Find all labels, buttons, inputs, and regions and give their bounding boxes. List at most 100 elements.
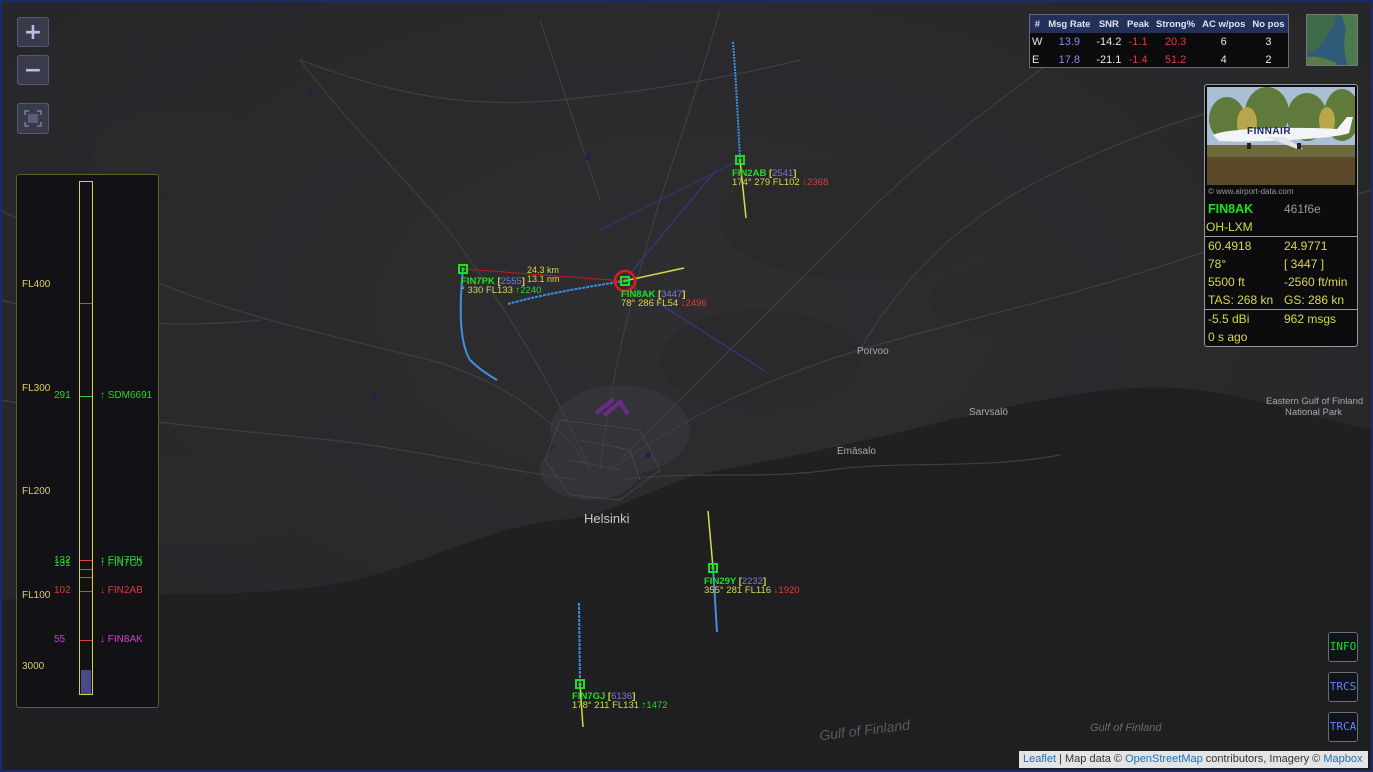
minimap-image bbox=[1307, 15, 1357, 65]
marker-value-fin8ak: 55 bbox=[54, 634, 66, 645]
info-latitude: 60.4918 bbox=[1208, 239, 1252, 253]
attribution-mid: contributors, Imagery © bbox=[1202, 753, 1324, 765]
info-tas: TAS: 268 kn bbox=[1208, 293, 1274, 307]
town-label-emasalo: Emäsalo bbox=[837, 446, 876, 457]
cell-id: W bbox=[1032, 36, 1043, 48]
info-callsign: FIN8AK bbox=[1208, 202, 1254, 216]
park-label-line1: Eastern Gulf of Finland bbox=[1266, 396, 1364, 407]
cell-snr: -21.1 bbox=[1096, 54, 1122, 66]
marker-value-fin7gj: 131 bbox=[54, 558, 71, 569]
cell-msg-rate: 17.8 bbox=[1058, 54, 1081, 66]
town-label-porvoo: Porvoo bbox=[857, 346, 889, 357]
cell-peak: -1.1 bbox=[1128, 36, 1148, 48]
scale-label-fl100: FL100 bbox=[22, 590, 51, 601]
vertical-rate: ↓2368 bbox=[802, 177, 829, 188]
cell-id: E bbox=[1032, 54, 1040, 66]
map-attribution: Leaflet | Map data © OpenStreetMap contr… bbox=[1019, 751, 1368, 768]
col-header-strong: Strong% bbox=[1152, 15, 1199, 33]
svg-text:FINNAIR: FINNAIR bbox=[1247, 126, 1291, 137]
scale-label-fl400: FL400 bbox=[22, 279, 51, 290]
aircraft-photo[interactable]: FINNAIR bbox=[1207, 87, 1355, 185]
zoom-out-button[interactable]: − bbox=[17, 55, 49, 85]
tick-fin7pk bbox=[80, 560, 92, 561]
leaflet-link[interactable]: Leaflet bbox=[1023, 753, 1056, 765]
marker-label-fin8ak[interactable]: ↓ FIN8AK bbox=[100, 634, 143, 645]
mapbox-link[interactable]: Mapbox bbox=[1323, 753, 1362, 765]
info-age: 0 s ago bbox=[1208, 330, 1248, 344]
marker-value-sdm6691: 291 bbox=[54, 390, 71, 401]
tick-fin2ab bbox=[80, 577, 92, 578]
scale-label-fl200: FL200 bbox=[22, 486, 51, 497]
sea-label-small: Gulf of Finland bbox=[1090, 722, 1162, 734]
marker-value-fin2ab: 102 bbox=[54, 585, 71, 596]
vertical-rate: ↓2496 bbox=[680, 298, 707, 309]
info-registration: OH-LXM bbox=[1206, 220, 1253, 234]
tick-fin7gj bbox=[80, 569, 92, 570]
cell-strong: 51.2 bbox=[1164, 54, 1187, 66]
col-header-no-pos: No pos bbox=[1248, 15, 1288, 33]
flight-info: 174° 279 FL102 bbox=[732, 177, 800, 188]
aircraft-label-fin8ak[interactable]: FIN8AK [3447] 78° 286 FL54 ↓2496 bbox=[621, 290, 707, 309]
scale-label-fl300: FL300 bbox=[22, 383, 51, 394]
photo-credit[interactable]: © www.airport-data.com bbox=[1208, 187, 1293, 196]
info-longitude: 24.9771 bbox=[1284, 239, 1328, 253]
marker-label-fin7gj[interactable]: ↑ FIN7GJ bbox=[100, 558, 142, 569]
tick-red bbox=[80, 303, 92, 304]
flight-info: 355° 281 FL116 bbox=[704, 585, 772, 596]
fullscreen-icon bbox=[24, 110, 42, 127]
info-hex: 461f6e bbox=[1284, 202, 1321, 216]
altitude-bar bbox=[79, 181, 93, 695]
info-rssi: -5.5 dBi bbox=[1208, 312, 1250, 326]
trcs-button[interactable]: TRCS bbox=[1328, 672, 1358, 702]
airplane-photo-image: FINNAIR bbox=[1207, 87, 1355, 185]
cell-snr: -14.2 bbox=[1096, 36, 1122, 48]
flight-info: 78° 286 FL54 bbox=[621, 298, 679, 309]
scale-label-3000: 3000 bbox=[22, 661, 45, 672]
info-gs: GS: 286 kn bbox=[1284, 293, 1345, 307]
range-label: 24.3 km 13.1 nm bbox=[527, 266, 560, 284]
vertical-rate: ↑2240 bbox=[515, 285, 542, 296]
cell-strong: 20.3 bbox=[1164, 36, 1187, 48]
attribution-sep: | Map data © bbox=[1056, 753, 1126, 765]
vertical-rate: ↑1472 bbox=[641, 700, 668, 711]
info-squawk: [ 3447 ] bbox=[1284, 257, 1325, 271]
city-label-helsinki: Helsinki bbox=[584, 511, 630, 526]
tick-sdm6691 bbox=[80, 396, 92, 397]
info-altitude: 5500 ft bbox=[1208, 275, 1245, 289]
flight-info: 178° 211 FL131 bbox=[572, 700, 640, 711]
table-row: E 17.8 -21.1 -1.4 51.2 4 2 bbox=[1030, 51, 1288, 69]
map-canvas[interactable] bbox=[0, 0, 1373, 772]
cell-msg-rate: 13.9 bbox=[1058, 36, 1081, 48]
aircraft-label-fin29y[interactable]: FIN29Y [2232] 355° 281 FL116 ↓1920 bbox=[704, 577, 800, 596]
marker-label-fin2ab[interactable]: ↓ FIN2AB bbox=[100, 585, 143, 596]
tick-fin8ak bbox=[80, 640, 92, 641]
fullscreen-button[interactable] bbox=[17, 103, 49, 134]
altitude-bar-fill bbox=[81, 670, 91, 694]
tick-fin2ab-2 bbox=[80, 591, 92, 592]
minimap[interactable] bbox=[1306, 14, 1358, 66]
aircraft-label-fin2ab[interactable]: FIN2AB [2541] 174° 279 FL102 ↓2368 bbox=[732, 169, 829, 188]
marker-label-sdm6691[interactable]: ↑ SDM6691 bbox=[100, 390, 152, 401]
aircraft-label-fin7gj[interactable]: FIN7GJ [6136] 178° 211 FL131 ↑1472 bbox=[572, 692, 668, 711]
col-header-snr: SNR bbox=[1094, 15, 1124, 33]
info-msgs: 962 msgs bbox=[1284, 312, 1337, 326]
cell-no-pos: 2 bbox=[1265, 54, 1272, 66]
info-vertical-rate: -2560 ft/min bbox=[1284, 275, 1348, 289]
cell-peak: -1.4 bbox=[1128, 54, 1148, 66]
info-track: 78° bbox=[1208, 257, 1227, 271]
park-label-line2: National Park bbox=[1285, 407, 1343, 418]
receiver-stats-table: # Msg Rate SNR Peak Strong% AC w/pos No … bbox=[1029, 14, 1289, 68]
trca-button[interactable]: TRCA bbox=[1328, 712, 1358, 742]
flight-info: ° 330 FL133 bbox=[461, 285, 513, 296]
osm-link[interactable]: OpenStreetMap bbox=[1125, 753, 1203, 765]
col-header-msg-rate: Msg Rate bbox=[1044, 15, 1094, 33]
altitude-panel: FL400 FL300 FL200 FL100 3000 291 ↑ SDM66… bbox=[16, 174, 159, 708]
town-label-sarvsalo: Sarvsalö bbox=[969, 407, 1008, 418]
info-button[interactable]: INFO bbox=[1328, 632, 1358, 662]
col-header-id: # bbox=[1030, 15, 1045, 33]
range-nm: 13.1 nm bbox=[527, 274, 560, 284]
zoom-in-button[interactable]: + bbox=[17, 17, 49, 47]
vertical-rate: ↓1920 bbox=[773, 585, 800, 596]
col-header-peak: Peak bbox=[1123, 15, 1153, 33]
col-header-ac-pos: AC w/pos bbox=[1198, 15, 1249, 33]
